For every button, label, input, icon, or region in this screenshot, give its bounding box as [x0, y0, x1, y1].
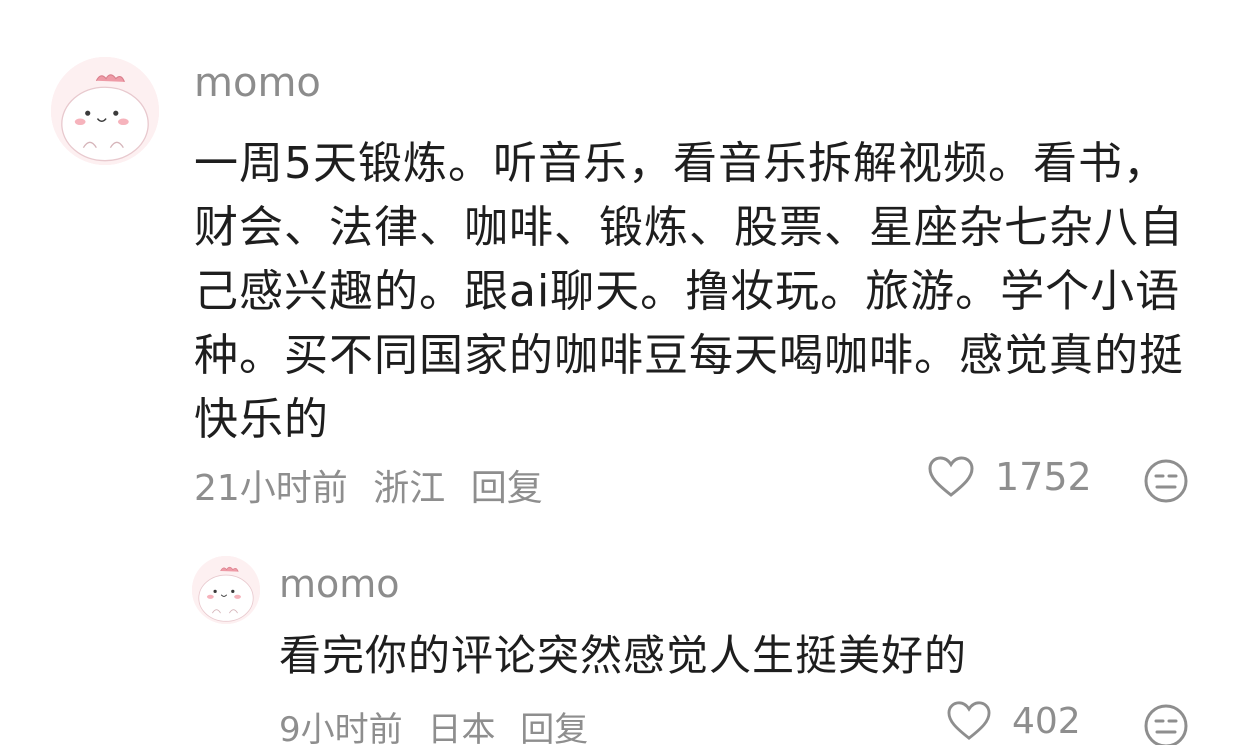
like-count: 1752: [995, 455, 1092, 499]
heart-icon: [928, 456, 974, 497]
like-button[interactable]: 1752: [927, 455, 1092, 499]
comment-thread: momo 一周5天锻炼。听音乐，看音乐拆解视频。看书，财会、法律、咖啡、锻炼、股…: [0, 0, 1260, 745]
username[interactable]: momo: [194, 60, 321, 106]
comment-location: 浙江: [373, 468, 446, 509]
meh-face-icon[interactable]: [1143, 458, 1189, 504]
reply-button[interactable]: 回复: [471, 468, 543, 509]
reply-text: 看完你的评论突然感觉人生挺美好的: [279, 631, 968, 680]
reply-username[interactable]: momo: [279, 562, 400, 606]
reply-location: 日本: [427, 710, 496, 745]
avatar-image: [51, 57, 159, 165]
comment-time: 21小时前: [194, 468, 348, 509]
meh-face-icon[interactable]: [1143, 703, 1189, 745]
avatar[interactable]: [51, 57, 159, 165]
reply-avatar[interactable]: [192, 556, 260, 624]
reply-meta: 9小时前 日本 回复: [279, 702, 602, 745]
reply-like-count: 402: [1012, 700, 1081, 742]
comment-text: 一周5天锻炼。听音乐，看音乐拆解视频。看书，财会、法律、咖啡、锻炼、股票、星座杂…: [194, 138, 1184, 445]
avatar-image: [192, 556, 260, 624]
reply-time: 9小时前: [279, 710, 403, 745]
reply-like-button[interactable]: 402: [946, 700, 1081, 742]
comment-meta: 21小时前 浙江 回复: [194, 459, 557, 511]
heart-icon: [947, 701, 991, 741]
reply-reply-button[interactable]: 回复: [520, 710, 588, 745]
